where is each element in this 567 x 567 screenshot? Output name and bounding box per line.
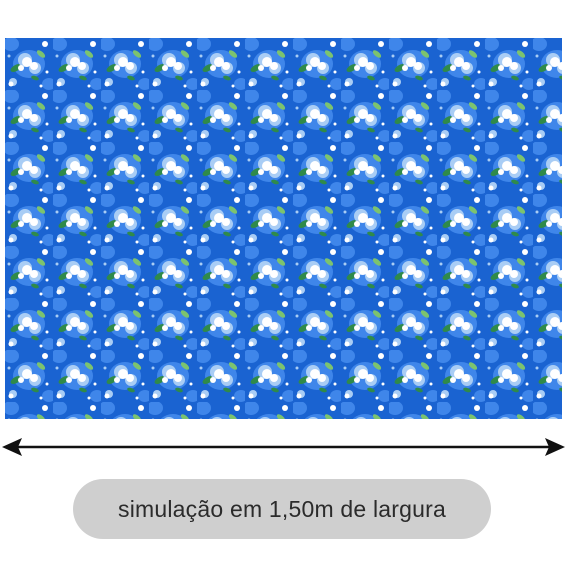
double-headed-arrow-icon xyxy=(2,438,565,456)
floral-pattern-image xyxy=(5,38,562,419)
width-caption-text: simulação em 1,50m de largura xyxy=(118,495,446,522)
fabric-pattern-swatch xyxy=(5,38,562,419)
width-measurement-arrow xyxy=(0,432,567,462)
width-caption-badge: simulação em 1,50m de largura xyxy=(73,479,491,539)
